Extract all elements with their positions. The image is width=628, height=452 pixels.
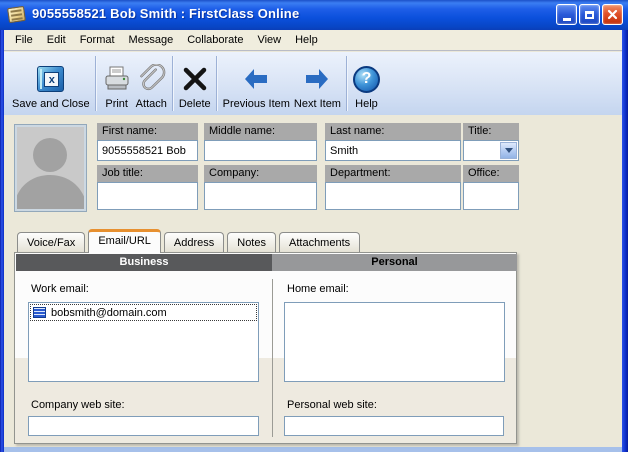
close-icon [607,9,618,20]
job-title-label: Job title: [97,165,198,182]
arrow-right-icon [303,62,331,96]
job-title-input[interactable] [97,182,198,210]
dropdown-button[interactable] [500,142,517,159]
company-input[interactable] [204,182,317,210]
title-bar[interactable]: 9055558521 Bob Smith : FirstClass Online [0,0,628,30]
help-button[interactable]: ? Help [351,52,382,115]
home-email-input[interactable] [284,302,505,382]
column-divider [272,279,273,437]
title-dropdown[interactable] [463,140,519,161]
first-name-label: First name: [97,123,198,140]
middle-name-input[interactable] [204,140,317,161]
company-web-label: Company web site: [31,399,125,411]
company-label: Company: [204,165,317,182]
tab-email-url[interactable]: Email/URL [88,229,161,253]
delete-button[interactable]: Delete [177,52,213,115]
next-item-button[interactable]: Next Item [292,52,343,115]
app-icon [7,6,26,23]
print-icon [102,62,132,96]
minimize-icon [563,18,571,21]
department-label: Department: [325,165,461,182]
last-name-input[interactable] [325,140,461,161]
print-button[interactable]: Print [100,52,134,115]
work-email-value: bobsmith@domain.com [51,307,167,319]
work-email-label: Work email: [31,283,89,295]
person-silhouette-icon [17,127,84,209]
email-url-panel: Business Personal Work email: bobsmith@d… [14,252,517,444]
email-address-icon [33,307,46,318]
delete-x-icon [181,62,209,96]
maximize-icon [585,11,594,19]
work-email-item[interactable]: bobsmith@domain.com [30,304,257,321]
first-name-input[interactable] [97,140,198,161]
personal-web-label: Personal web site: [287,399,377,411]
office-input[interactable] [463,182,519,210]
maximize-button[interactable] [579,4,600,25]
work-email-list[interactable]: bobsmith@domain.com [28,302,259,382]
last-name-label: Last name: [325,123,461,140]
arrow-left-icon [242,62,270,96]
close-button[interactable] [602,4,623,25]
middle-name-label: Middle name: [204,123,317,140]
tab-address[interactable]: Address [164,232,224,253]
tab-attachments[interactable]: Attachments [279,232,360,253]
business-section-header: Business [16,254,272,271]
menu-format[interactable]: Format [73,32,122,48]
toolbar-separator [172,56,174,111]
menu-bar: File Edit Format Message Collaborate Vie… [4,30,622,51]
attach-button[interactable]: Attach [134,52,169,115]
contact-photo[interactable] [15,125,86,211]
window-border-right [622,30,628,452]
toolbar-separator [346,56,348,111]
toolbar-separator [95,56,97,111]
menu-view[interactable]: View [250,32,288,48]
save-and-close-icon: x [37,66,64,92]
company-web-input[interactable] [28,416,259,436]
tab-voice-fax[interactable]: Voice/Fax [17,232,85,253]
paperclip-icon [136,62,166,96]
window-border-left [0,30,4,452]
chevron-down-icon [505,148,513,153]
window-bottom-edge [4,447,622,452]
toolbar-separator [216,56,218,111]
app-window: 9055558521 Bob Smith : FirstClass Online… [0,0,628,452]
contact-form: First name: Middle name: Last name: Titl… [4,115,622,447]
menu-collaborate[interactable]: Collaborate [180,32,250,48]
menu-file[interactable]: File [8,32,40,48]
tab-bar: Voice/Fax Email/URL Address Notes Attach… [17,230,360,253]
menu-help[interactable]: Help [288,32,325,48]
toolbar: x Save and Close Print Attach Delete [4,52,622,115]
department-input[interactable] [325,182,461,210]
menu-message[interactable]: Message [122,32,181,48]
home-email-label: Home email: [287,283,349,295]
personal-section-header: Personal [272,254,517,271]
help-icon: ? [353,66,380,93]
tab-notes[interactable]: Notes [227,232,276,253]
minimize-button[interactable] [556,4,577,25]
save-and-close-button[interactable]: x Save and Close [10,52,92,115]
window-title: 9055558521 Bob Smith : FirstClass Online [32,6,299,21]
personal-web-input[interactable] [284,416,504,436]
menu-edit[interactable]: Edit [40,32,73,48]
title-label: Title: [463,123,519,140]
office-label: Office: [463,165,519,182]
previous-item-button[interactable]: Previous Item [221,52,292,115]
